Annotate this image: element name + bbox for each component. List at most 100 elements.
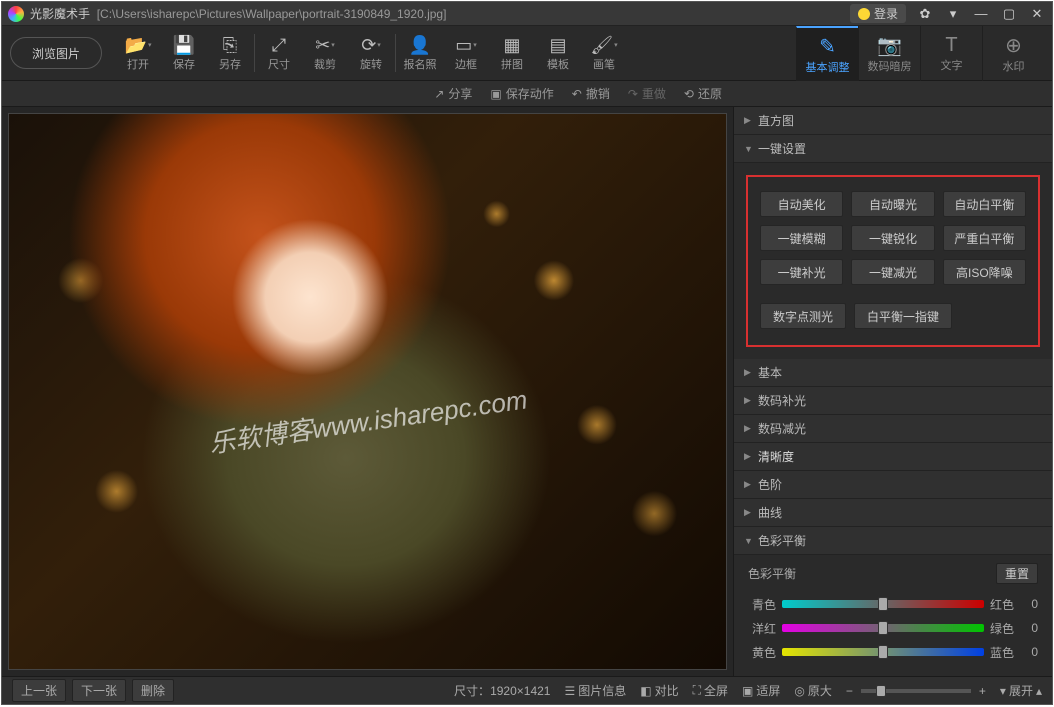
section-basic[interactable]: ▶基本 — [734, 359, 1052, 387]
cb-green-label: 绿色 — [990, 620, 1018, 637]
watermark-icon: ⊕ — [1005, 33, 1022, 58]
template-icon: ▤ — [549, 34, 566, 56]
tool-rotate[interactable]: ⟳▾旋转 — [353, 28, 389, 78]
rotate-icon: ⟳▾ — [361, 34, 381, 56]
section-histogram[interactable]: ▶直方图 — [734, 107, 1052, 135]
tool-brush[interactable]: 🖌▾画笔 — [586, 28, 622, 78]
tool-crop[interactable]: ✂▾裁剪 — [307, 28, 343, 78]
tool-template[interactable]: ▤模板 — [540, 28, 576, 78]
preset-iso-nr[interactable]: 高ISO降噪 — [943, 259, 1026, 285]
redo-button[interactable]: ↷重做 — [628, 85, 666, 102]
preset-auto-exposure[interactable]: 自动曝光 — [851, 191, 934, 217]
chevron-down-icon: ▼ — [744, 144, 754, 154]
info-button[interactable]: ☰图片信息 — [564, 682, 626, 699]
app-name: 光影魔术手 — [30, 7, 90, 21]
expand-button[interactable]: ▾展开▴ — [1000, 682, 1042, 699]
photo-preview — [8, 113, 727, 670]
section-levels[interactable]: ▶色阶 — [734, 471, 1052, 499]
open-icon: 📂▾ — [125, 34, 152, 56]
chevron-right-icon: ▶ — [744, 423, 754, 434]
section-cbal[interactable]: ▼色彩平衡 — [734, 527, 1052, 555]
cb-value: 0 — [1024, 597, 1038, 611]
slider-magenta-green[interactable] — [782, 624, 984, 632]
tool-save-as[interactable]: ⎘另存 — [212, 28, 248, 78]
separator — [395, 34, 396, 72]
chevron-up-icon: ▴ — [1036, 684, 1042, 698]
share-icon: ↗ — [434, 87, 444, 101]
section-digidim[interactable]: ▶数码减光 — [734, 415, 1052, 443]
chevron-down-icon: ▾ — [1000, 684, 1006, 698]
preset-hard-wb[interactable]: 严重白平衡 — [943, 225, 1026, 251]
tool-resize[interactable]: ⤢尺寸 — [261, 28, 297, 78]
close-icon[interactable]: ✕ — [1028, 7, 1046, 21]
section-oneclick[interactable]: ▼一键设置 — [734, 135, 1052, 163]
preset-auto-wb[interactable]: 自动白平衡 — [943, 191, 1026, 217]
compare-button[interactable]: ◧对比 — [640, 682, 678, 699]
secondary-toolbar: ↗分享 ▣保存动作 ↶撤销 ↷重做 ⟲还原 — [2, 81, 1052, 107]
undo-button[interactable]: ↶撤销 — [572, 85, 610, 102]
chevron-right-icon: ▶ — [744, 451, 754, 462]
next-button[interactable]: 下一张 — [72, 679, 126, 702]
preset-spotmeter[interactable]: 数字点测光 — [760, 303, 846, 329]
minimize-icon[interactable]: — — [972, 7, 990, 21]
highlighted-preset-box: 自动美化 自动曝光 自动白平衡 一键模糊 一键锐化 严重白平衡 一键补光 一键减… — [746, 175, 1040, 347]
preset-filllight[interactable]: 一键补光 — [760, 259, 843, 285]
orig-button[interactable]: ◎原大 — [794, 682, 832, 699]
chevron-right-icon: ▶ — [744, 395, 754, 406]
preset-wb-picker[interactable]: 白平衡一指键 — [854, 303, 952, 329]
slider-thumb[interactable] — [878, 621, 888, 635]
dropdown-icon[interactable]: ▾ — [944, 7, 962, 21]
share-button[interactable]: ↗分享 — [434, 85, 472, 102]
browse-button[interactable]: 浏览图片 — [10, 37, 102, 69]
section-curve[interactable]: ▶曲线 — [734, 499, 1052, 527]
preset-auto-beautify[interactable]: 自动美化 — [760, 191, 843, 217]
camera-icon: 📷 — [877, 33, 902, 58]
login-button[interactable]: 登录 — [850, 4, 906, 23]
section-sharp[interactable]: ▶清晰度 — [734, 443, 1052, 471]
image-canvas[interactable]: 乐软博客www.isharepc.com — [2, 107, 733, 676]
slider-yellow-blue[interactable] — [782, 648, 984, 656]
zoom-out-button[interactable]: − — [846, 684, 853, 698]
fit-button[interactable]: ▣适屏 — [742, 682, 780, 699]
tool-save[interactable]: 💾保存 — [166, 28, 202, 78]
app-window: 光影魔术手 [C:\Users\isharepc\Pictures\Wallpa… — [1, 1, 1053, 705]
tab-basic-adjust[interactable]: ✎基本调整 — [796, 26, 858, 81]
undo-icon: ↶ — [572, 87, 582, 101]
slider-cyan-red[interactable] — [782, 600, 984, 608]
zoom-thumb[interactable] — [876, 685, 886, 697]
preset-blur[interactable]: 一键模糊 — [760, 225, 843, 251]
dim-value: 1920×1421 — [490, 684, 550, 698]
cb-title: 色彩平衡 — [748, 565, 796, 582]
cb-magenta-label: 洋红 — [748, 620, 776, 637]
zoom-in-button[interactable]: + — [979, 684, 986, 698]
delete-button[interactable]: 删除 — [132, 679, 174, 702]
tool-open[interactable]: 📂▾打开 — [120, 28, 156, 78]
save-action-button[interactable]: ▣保存动作 — [490, 85, 553, 102]
collage-icon: ▦ — [503, 34, 520, 56]
slider-thumb[interactable] — [878, 597, 888, 611]
zoom-slider[interactable] — [861, 689, 971, 693]
save-icon: 💾 — [173, 34, 195, 56]
tab-watermark[interactable]: ⊕水印 — [982, 26, 1044, 81]
info-icon: ☰ — [564, 684, 575, 698]
tool-frame[interactable]: ▭▾边框 — [448, 28, 484, 78]
tab-darkroom[interactable]: 📷数码暗房 — [858, 26, 920, 81]
preset-dimlight[interactable]: 一键减光 — [851, 259, 934, 285]
restore-button[interactable]: ⟲还原 — [684, 85, 722, 102]
slider-thumb[interactable] — [878, 645, 888, 659]
frame-icon: ▭▾ — [455, 34, 477, 56]
tool-idphoto[interactable]: 👤报名照 — [402, 28, 438, 78]
tool-collage[interactable]: ▦拼图 — [494, 28, 530, 78]
brush-icon: 🖌▾ — [590, 34, 617, 56]
fullscreen-button[interactable]: ⛶全屏 — [693, 682, 728, 699]
restore-icon: ⟲ — [684, 87, 694, 101]
settings-icon[interactable]: ✿ — [916, 7, 934, 21]
cb-value: 0 — [1024, 621, 1038, 635]
chevron-down-icon: ▼ — [744, 536, 754, 546]
maximize-icon[interactable]: ▢ — [1000, 7, 1018, 21]
tab-text[interactable]: T文字 — [920, 26, 982, 81]
cb-reset-button[interactable]: 重置 — [996, 563, 1038, 584]
preset-sharpen[interactable]: 一键锐化 — [851, 225, 934, 251]
section-digifill[interactable]: ▶数码补光 — [734, 387, 1052, 415]
prev-button[interactable]: 上一张 — [12, 679, 66, 702]
